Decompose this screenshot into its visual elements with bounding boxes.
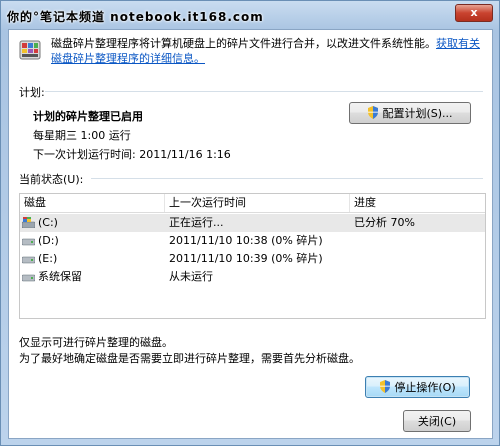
progress: 已分析 70% <box>354 216 415 229</box>
close-window-button[interactable]: x <box>455 4 493 22</box>
current-status-label: 当前状态(U): <box>19 173 84 186</box>
note-analyze-first: 为了最好地确定磁盘是否需要立即进行碎片整理，需要首先分析磁盘。 <box>19 352 360 365</box>
column-header-disk[interactable]: 磁盘 <box>20 194 165 212</box>
note-defraggable-disks: 仅显示可进行碎片整理的磁盘。 <box>19 336 173 349</box>
last-run: 2011/11/10 10:39 (0% 碎片) <box>169 252 323 265</box>
disk-name: 系统保留 <box>38 270 82 283</box>
disk-list[interactable]: 磁盘 上一次运行时间 进度 (C:) 正在运行... 已分析 70% (D:) … <box>19 193 486 319</box>
drive-icon <box>22 256 35 264</box>
uac-shield-icon <box>380 380 391 393</box>
description: 磁盘碎片整理程序将计算机硬盘上的碎片文件进行合并，以改进文件系统性能。 <box>51 37 436 50</box>
schedule-status: 计划的碎片整理已启用 <box>33 110 143 123</box>
drive-icon <box>22 238 35 246</box>
schedule-divider <box>45 91 483 92</box>
uac-shield-icon <box>368 106 379 119</box>
table-row[interactable]: 系统保留 从未运行 <box>20 268 485 286</box>
window-title: 你的°笔记本频道 notebook.it168.com <box>7 10 264 24</box>
drive-icon <box>22 274 35 282</box>
description-text: 磁盘碎片整理程序将计算机硬盘上的碎片文件进行合并，以改进文件系统性能。获取有关磁… <box>51 36 485 66</box>
dialog-content: 磁盘碎片整理程序将计算机硬盘上的碎片文件进行合并，以改进文件系统性能。获取有关磁… <box>8 29 493 439</box>
configure-schedule-button[interactable]: 配置计划(S)... <box>349 102 471 124</box>
defragmenter-app-icon <box>19 40 41 60</box>
disk-list-header: 磁盘 上一次运行时间 进度 <box>20 194 485 213</box>
column-header-progress[interactable]: 进度 <box>350 194 485 212</box>
schedule-section-label: 计划: <box>19 86 45 99</box>
stop-operation-label: 停止操作(O) <box>394 381 456 394</box>
close-button[interactable]: 关闭(C) <box>403 410 471 432</box>
last-run: 2011/11/10 10:38 (0% 碎片) <box>169 234 323 247</box>
defragmenter-window: 你的°笔记本频道 notebook.it168.com x 磁盘碎片整理程序将计… <box>0 0 500 446</box>
last-run: 正在运行... <box>169 216 224 229</box>
table-row[interactable]: (E:) 2011/11/10 10:39 (0% 碎片) <box>20 250 485 268</box>
next-run-time: 下一次计划运行时间: 2011/11/16 1:16 <box>33 148 231 161</box>
table-row[interactable]: (C:) 正在运行... 已分析 70% <box>20 214 485 232</box>
disk-name: (C:) <box>38 216 58 229</box>
column-header-last-run[interactable]: 上一次运行时间 <box>165 194 350 212</box>
title-bar[interactable]: 你的°笔记本频道 notebook.it168.com x <box>1 1 499 31</box>
header: 磁盘碎片整理程序将计算机硬盘上的碎片文件进行合并，以改进文件系统性能。获取有关磁… <box>9 30 492 70</box>
status-divider <box>91 178 483 179</box>
last-run: 从未运行 <box>169 270 213 283</box>
schedule-frequency: 每星期三 1:00 运行 <box>33 129 131 142</box>
system-drive-icon <box>22 217 35 228</box>
stop-operation-button[interactable]: 停止操作(O) <box>365 376 470 398</box>
configure-schedule-label: 配置计划(S)... <box>382 107 453 120</box>
disk-name: (E:) <box>38 252 58 265</box>
table-row[interactable]: (D:) 2011/11/10 10:38 (0% 碎片) <box>20 232 485 250</box>
disk-name: (D:) <box>38 234 59 247</box>
